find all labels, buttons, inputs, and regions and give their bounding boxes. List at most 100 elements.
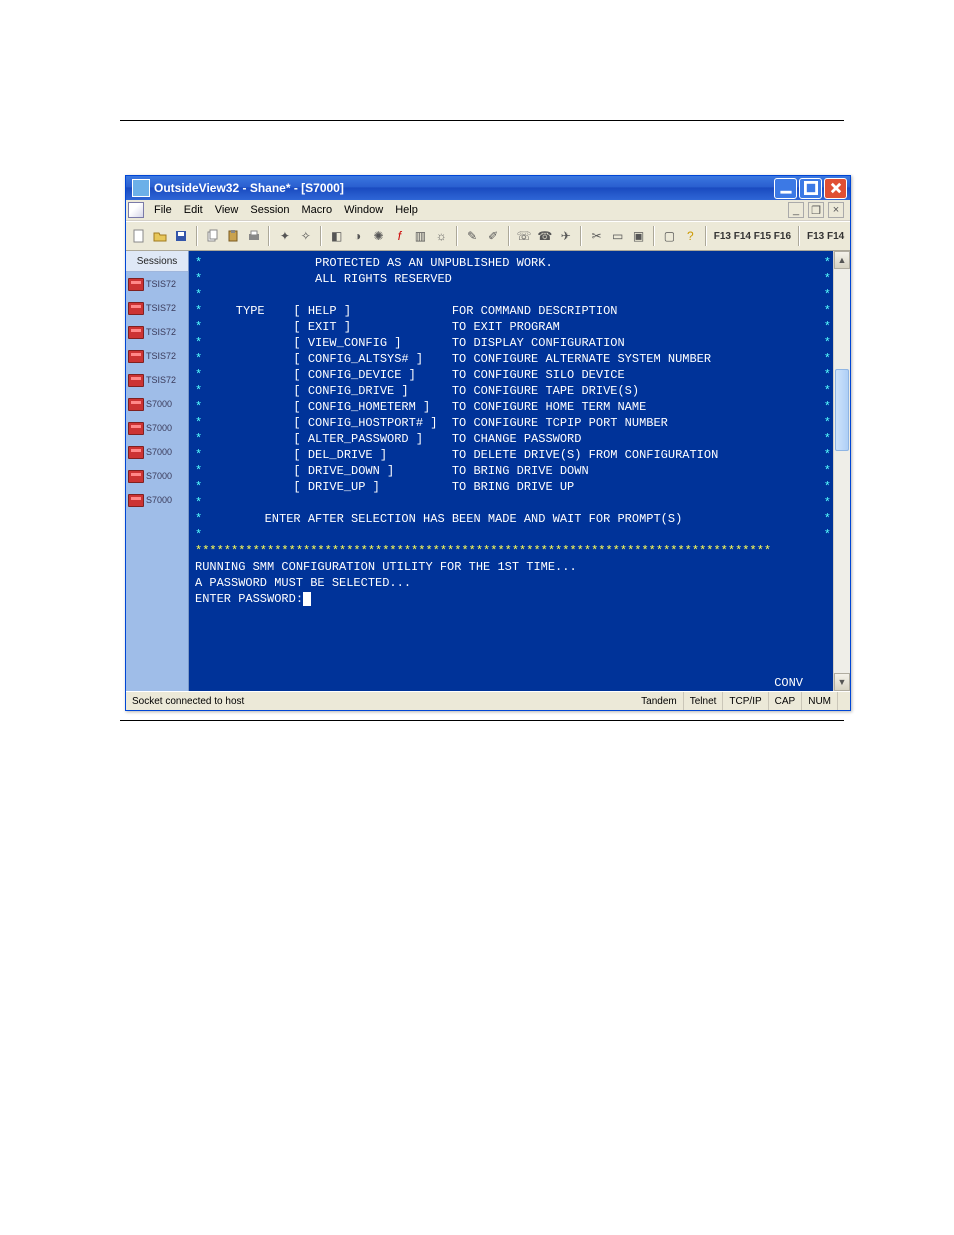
mdi-close-button[interactable]: × [828, 202, 844, 218]
mdi-restore-button[interactable]: ❐ [808, 202, 824, 218]
tool-icon-10[interactable]: ☏ [515, 226, 534, 246]
fkeys-label-right[interactable]: F13 F14 [805, 231, 846, 242]
fkeys-label-left[interactable]: F13 F14 F15 F16 [712, 231, 793, 242]
help-icon[interactable]: ? [681, 226, 700, 246]
session-label: TSIS72 [146, 351, 176, 361]
scroll-up-button[interactable]: ▲ [834, 251, 850, 269]
session-item[interactable]: S7000 [126, 488, 188, 512]
status-connection: Socket connected to host [126, 692, 635, 710]
toolbar: ✦ ✧ ◧ ◑ ✺ f ▥ ☼ ✎ ✐ ☏ ☎ ✈ ✂ ▭ ▣ ▢ ? F13 … [126, 221, 850, 251]
session-label: S7000 [146, 423, 172, 433]
app-icon [132, 179, 150, 197]
session-icon [128, 398, 144, 411]
session-item[interactable]: TSIS72 [126, 272, 188, 296]
paste-icon[interactable] [224, 226, 243, 246]
tool-icon-8[interactable]: ✎ [463, 226, 482, 246]
session-icon [128, 446, 144, 459]
maximize-button[interactable] [799, 178, 822, 199]
session-label: S7000 [146, 471, 172, 481]
status-pane: CAP [768, 692, 802, 710]
close-button[interactable] [824, 178, 847, 199]
scroll-thumb[interactable] [835, 369, 849, 451]
menu-item-session[interactable]: Session [244, 202, 295, 218]
tool-icon-4[interactable]: ◑ [348, 226, 367, 246]
mdi-minimize-button[interactable]: _ [788, 202, 804, 218]
session-item[interactable]: S7000 [126, 392, 188, 416]
menu-item-file[interactable]: File [148, 202, 178, 218]
session-item[interactable]: TSIS72 [126, 296, 188, 320]
print-icon[interactable] [245, 226, 264, 246]
save-icon[interactable] [172, 226, 191, 246]
document-icon[interactable] [128, 202, 144, 218]
tool-icon-15[interactable]: ▣ [629, 226, 648, 246]
session-icon [128, 326, 144, 339]
titlebar[interactable]: OutsideView32 - Shane* - [S7000] [126, 176, 850, 200]
status-pane: TCP/IP [722, 692, 767, 710]
session-label: TSIS72 [146, 279, 176, 289]
scroll-track[interactable] [834, 269, 850, 673]
status-pane: NUM [801, 692, 837, 710]
new-icon[interactable] [130, 226, 149, 246]
tool-icon-9[interactable]: ✐ [484, 226, 503, 246]
scroll-down-button[interactable]: ▼ [834, 673, 850, 691]
minimize-button[interactable] [774, 178, 797, 199]
session-item[interactable]: TSIS72 [126, 368, 188, 392]
terminal-prompt: ENTER PASSWORD: [195, 592, 303, 606]
tool-icon-16[interactable]: ▢ [660, 226, 679, 246]
session-item[interactable]: S7000 [126, 416, 188, 440]
session-label: S7000 [146, 495, 172, 505]
terminal-cursor [303, 592, 311, 606]
session-icon [128, 278, 144, 291]
session-item[interactable]: TSIS72 [126, 344, 188, 368]
sessions-header[interactable]: Sessions [126, 251, 188, 272]
menubar: FileEditViewSessionMacroWindowHelp _ ❐ × [126, 200, 850, 221]
sessions-panel: Sessions TSIS72 TSIS72 TSIS72 TSIS72 TSIS72 S… [126, 251, 189, 691]
session-icon [128, 374, 144, 387]
session-icon [128, 422, 144, 435]
session-icon [128, 302, 144, 315]
application-window: OutsideView32 - Shane* - [S7000] FileEdi… [125, 175, 851, 711]
tool-icon-2[interactable]: ✧ [296, 226, 315, 246]
open-icon[interactable] [151, 226, 170, 246]
session-item[interactable]: S7000 [126, 440, 188, 464]
tool-icon-14[interactable]: ▭ [608, 226, 627, 246]
function-icon[interactable]: f [390, 226, 409, 246]
status-pane [837, 692, 850, 710]
status-pane: Tandem [635, 692, 683, 710]
session-label: S7000 [146, 399, 172, 409]
session-item[interactable]: S7000 [126, 464, 188, 488]
close-icon [829, 181, 843, 195]
tool-icon-1[interactable]: ✦ [275, 226, 294, 246]
menu-item-help[interactable]: Help [389, 202, 424, 218]
page-rule-bottom [120, 720, 844, 721]
minimize-icon [779, 181, 793, 195]
menu-item-macro[interactable]: Macro [296, 202, 339, 218]
menu-item-window[interactable]: Window [338, 202, 389, 218]
session-icon [128, 470, 144, 483]
tool-icon-7[interactable]: ☼ [432, 226, 451, 246]
vertical-scrollbar[interactable]: ▲ ▼ [833, 251, 850, 691]
window-title: OutsideView32 - Shane* - [S7000] [154, 181, 774, 195]
maximize-icon [804, 181, 818, 195]
session-label: S7000 [146, 447, 172, 457]
session-icon [128, 494, 144, 507]
tool-icon-12[interactable]: ✈ [556, 226, 575, 246]
menu-item-edit[interactable]: Edit [178, 202, 209, 218]
session-label: TSIS72 [146, 303, 176, 313]
copy-icon[interactable] [203, 226, 222, 246]
session-item[interactable]: TSIS72 [126, 320, 188, 344]
statusbar: Socket connected to host TandemTelnetTCP… [126, 691, 850, 710]
session-label: TSIS72 [146, 327, 176, 337]
terminal-mode: CONV [774, 675, 833, 691]
page-rule-top [120, 120, 844, 121]
tool-icon-6[interactable]: ▥ [411, 226, 430, 246]
tool-icon-11[interactable]: ☎ [535, 226, 554, 246]
menu-item-view[interactable]: View [209, 202, 245, 218]
session-label: TSIS72 [146, 375, 176, 385]
tool-icon-5[interactable]: ✺ [369, 226, 388, 246]
session-icon [128, 350, 144, 363]
status-pane: Telnet [683, 692, 723, 710]
tool-icon-3[interactable]: ◧ [327, 226, 346, 246]
terminal[interactable]: * PROTECTED AS AN UNPUBLISHED WORK.** AL… [189, 251, 833, 691]
tool-icon-13[interactable]: ✂ [587, 226, 606, 246]
